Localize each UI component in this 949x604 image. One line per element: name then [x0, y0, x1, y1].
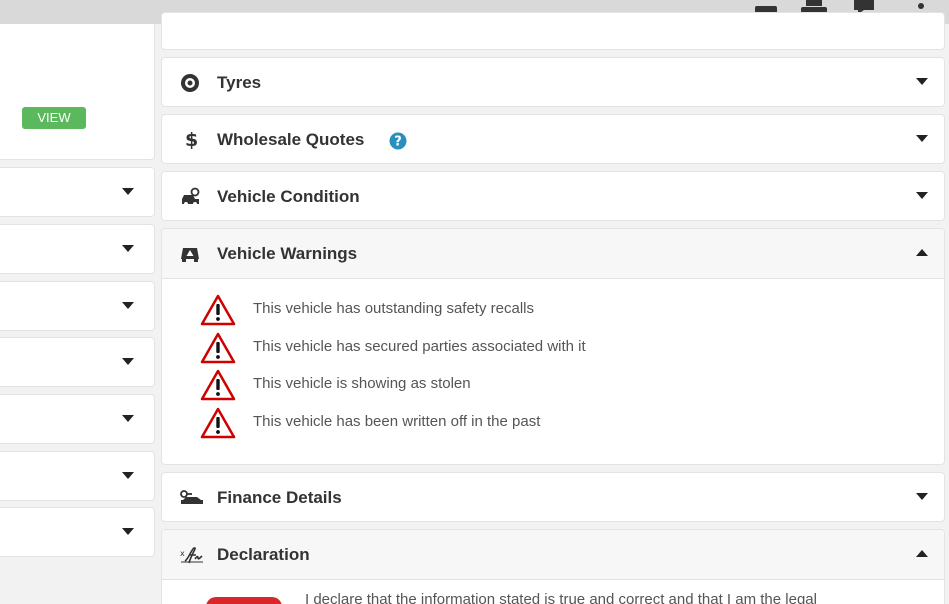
panel-wholesale-quotes[interactable]: $ Wholesale Quotes ?	[161, 114, 945, 164]
panel-vehicle-condition[interactable]: Vehicle Condition	[161, 171, 945, 221]
signature-icon: x	[180, 530, 204, 580]
car-warning-icon	[180, 229, 200, 279]
left-collapsed-row[interactable]	[0, 394, 155, 444]
panel-title: Declaration	[217, 545, 310, 564]
declaration-toggle[interactable]	[206, 597, 282, 604]
left-summary-card: VIEW	[0, 24, 155, 160]
previous-panel-bottom	[161, 12, 945, 50]
warning-item: This vehicle has secured parties associa…	[200, 330, 900, 364]
caret-down-icon	[122, 245, 134, 252]
panel-title: Finance Details	[217, 488, 342, 507]
car-key-icon	[180, 473, 204, 523]
view-button[interactable]: VIEW	[22, 107, 86, 129]
warning-triangle-icon	[200, 332, 236, 364]
caret-down-icon	[122, 358, 134, 365]
left-collapsed-row[interactable]	[0, 451, 155, 501]
warning-triangle-icon	[200, 369, 236, 401]
caret-down-icon	[122, 188, 134, 195]
warning-text: This vehicle has secured parties associa…	[253, 338, 586, 355]
warning-item: This vehicle has been written off in the…	[200, 405, 900, 439]
dollar-icon: $	[185, 129, 199, 151]
panel-tyres[interactable]: Tyres	[161, 57, 945, 107]
warning-text: This vehicle has outstanding safety reca…	[253, 300, 534, 317]
question-circle-icon[interactable]: ?	[389, 132, 407, 150]
warning-item: This vehicle has outstanding safety reca…	[200, 292, 900, 326]
panel-finance-details[interactable]: Finance Details	[161, 472, 945, 522]
caret-down-icon[interactable]	[916, 135, 928, 143]
warning-item: This vehicle is showing as stolen	[200, 367, 900, 401]
svg-text:?: ?	[394, 135, 402, 150]
warning-text: This vehicle is showing as stolen	[253, 375, 471, 392]
caret-down-icon	[122, 302, 134, 309]
caret-down-icon[interactable]	[916, 192, 928, 200]
svg-text:x: x	[180, 549, 185, 558]
caret-down-icon[interactable]	[916, 78, 928, 86]
caret-down-icon	[122, 528, 134, 535]
caret-up-icon[interactable]	[916, 249, 928, 257]
caret-down-icon	[122, 415, 134, 422]
caret-up-icon[interactable]	[916, 550, 928, 558]
left-collapsed-row[interactable]	[0, 507, 155, 557]
left-collapsed-row[interactable]	[0, 167, 155, 217]
panel-header[interactable]: x Declaration	[162, 530, 944, 580]
panel-title: Wholesale Quotes	[217, 130, 365, 149]
left-collapsed-row[interactable]	[0, 337, 155, 387]
car-search-icon	[180, 172, 202, 222]
warning-text: This vehicle has been written off in the…	[253, 413, 541, 430]
left-collapsed-row[interactable]	[0, 281, 155, 331]
left-collapsed-row[interactable]	[0, 224, 155, 274]
caret-down-icon[interactable]	[916, 493, 928, 501]
declaration-text: I declare that the information stated is…	[305, 591, 817, 604]
panel-title: Vehicle Warnings	[217, 244, 358, 263]
tyre-icon	[180, 58, 200, 108]
warning-triangle-icon	[200, 294, 236, 326]
panel-title: Vehicle Condition	[217, 187, 360, 206]
caret-down-icon	[122, 472, 134, 479]
warning-triangle-icon	[200, 407, 236, 439]
panel-vehicle-warnings: Vehicle Warnings This vehicle has outsta…	[161, 228, 945, 465]
panel-header[interactable]: Vehicle Warnings	[162, 229, 944, 279]
panel-title: Tyres	[217, 73, 262, 92]
